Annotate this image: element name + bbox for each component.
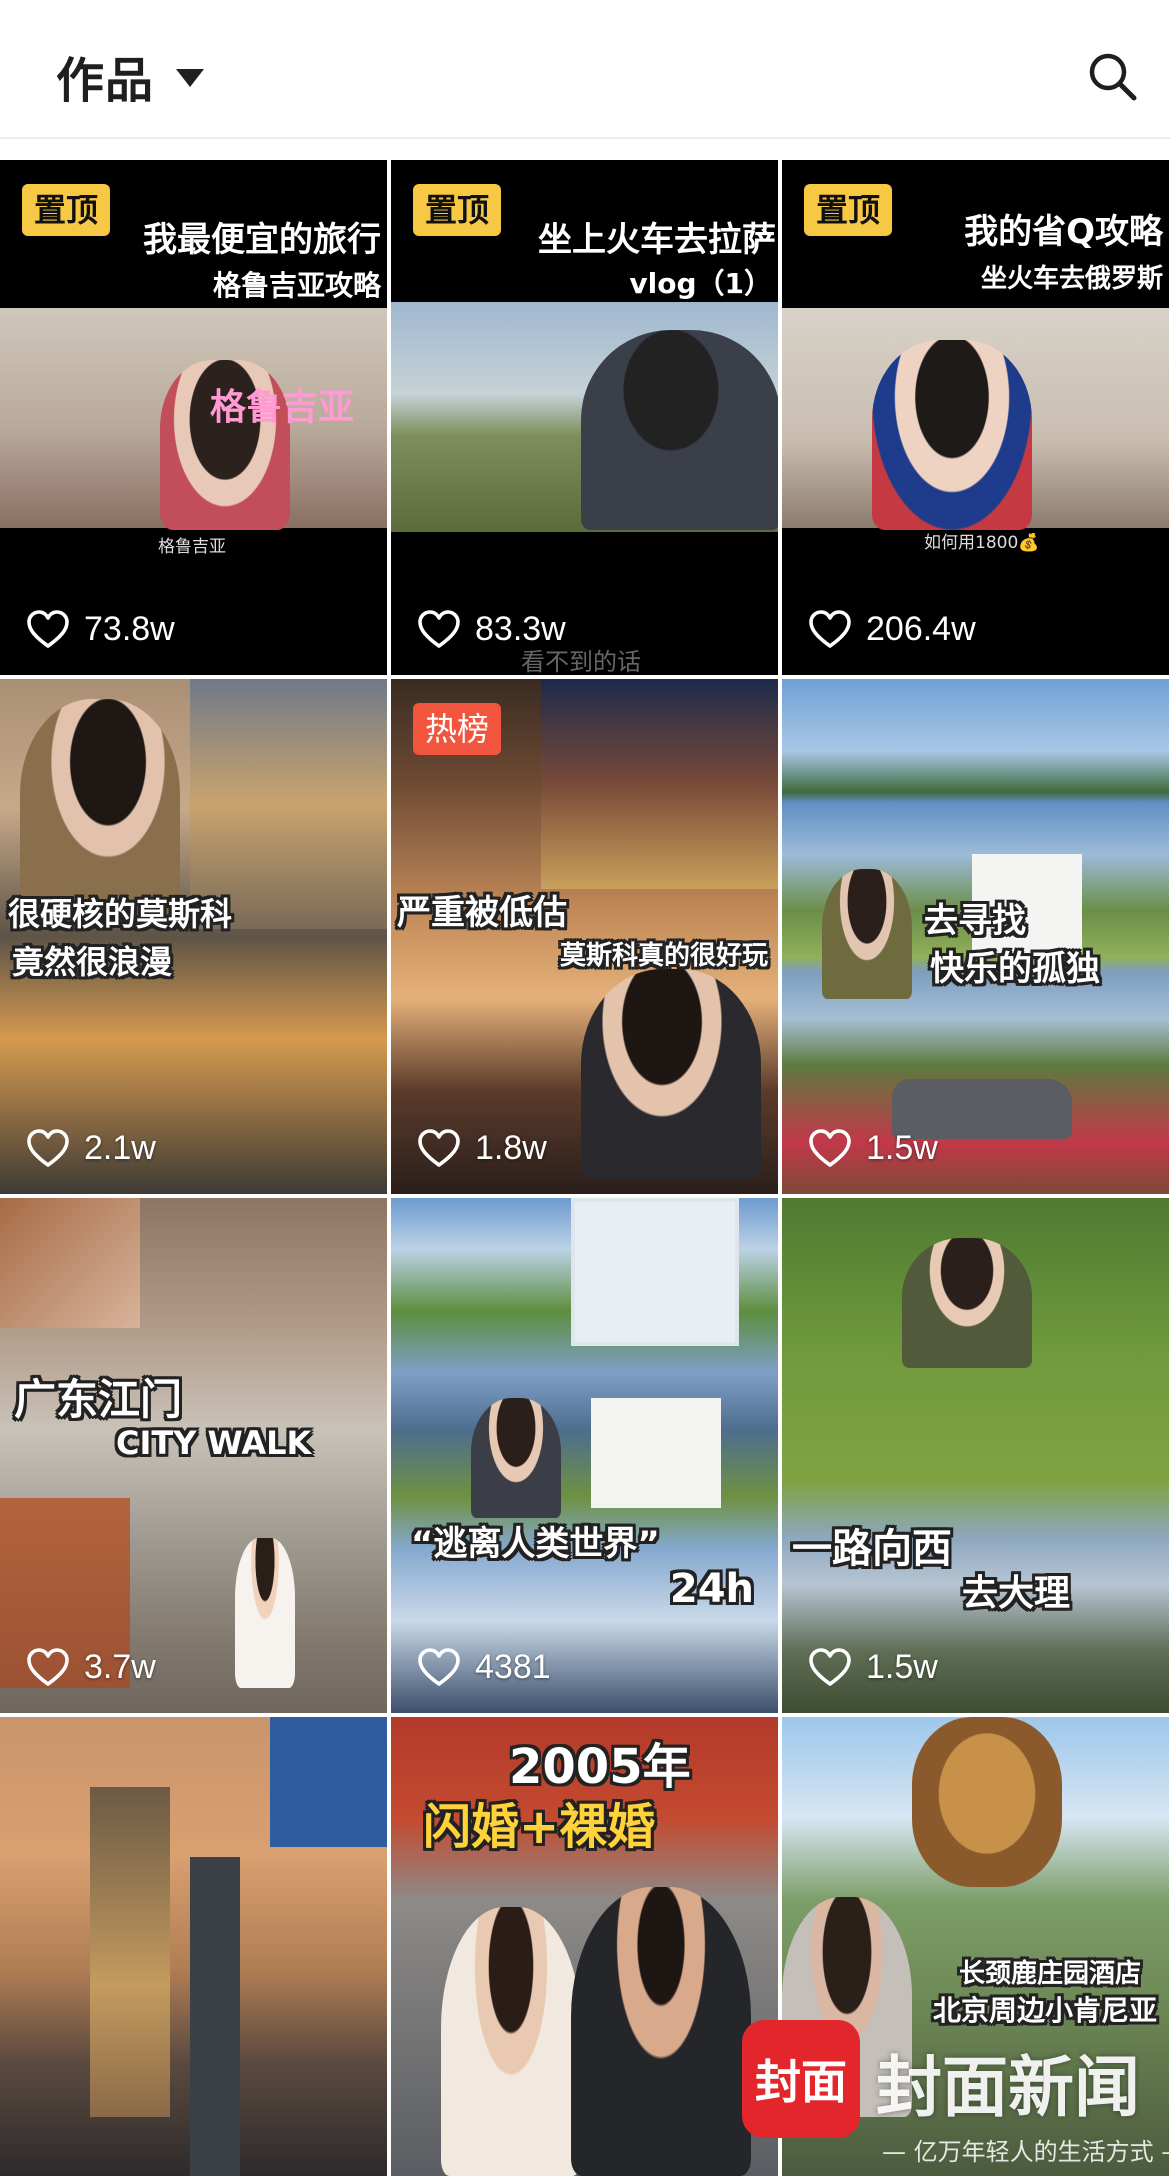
video-grid: 格鲁吉亚 格鲁吉亚 置顶 我最便宜的旅行 格鲁吉亚攻略 73.8w 置顶 坐上火… xyxy=(0,160,1170,2176)
video-caption-line: 长颈鹿庄园酒店 xyxy=(958,1959,1141,1989)
video-tile[interactable]: 2005年 闪婚+裸婚 xyxy=(391,1717,778,2176)
video-caption-line: 一路向西 xyxy=(792,1526,952,1572)
like-count-text: 1.5w xyxy=(866,1128,938,1167)
heart-icon xyxy=(27,1129,69,1167)
works-title: 作品 xyxy=(56,53,155,109)
like-count-text: 83.3w xyxy=(475,609,566,648)
video-overlay-text: 格鲁吉亚 xyxy=(210,387,355,428)
video-subtitle: 如何用1800💰 xyxy=(924,533,1040,553)
heart-icon xyxy=(27,1648,69,1686)
video-caption-line: 坐火车去俄罗斯 xyxy=(980,264,1163,294)
video-caption-line: 严重被低估 xyxy=(397,893,567,933)
like-count-text: 1.8w xyxy=(475,1128,547,1167)
video-caption-line: 我最便宜的旅行 xyxy=(143,220,381,260)
video-tile[interactable]: 热榜 严重被低估 莫斯科真的很好玩 1.8w xyxy=(391,679,778,1194)
works-filter-dropdown[interactable]: 作品 xyxy=(56,44,205,109)
like-count-text: 73.8w xyxy=(84,609,175,648)
watermark-name: 封面新闻 xyxy=(876,2049,1140,2126)
like-count-text: 1.5w xyxy=(866,1647,938,1686)
video-caption-line: 闪婚+裸婚 xyxy=(423,1799,656,1855)
video-caption-line: 我的省Q攻略 xyxy=(964,212,1163,252)
video-subtitle: 格鲁吉亚 xyxy=(158,537,226,557)
heart-icon xyxy=(809,1648,851,1686)
like-count: 1.5w xyxy=(808,1128,938,1168)
heart-icon xyxy=(418,1648,460,1686)
video-caption-line: 格鲁吉亚攻略 xyxy=(212,269,381,302)
video-tile[interactable]: 格鲁吉亚 格鲁吉亚 置顶 我最便宜的旅行 格鲁吉亚攻略 73.8w xyxy=(0,160,387,675)
video-caption-line: vlog（1） xyxy=(629,267,772,300)
video-tile[interactable]: 很硬核的莫斯科 竟然很浪漫 2.1w xyxy=(0,679,387,1194)
video-caption-line: 竟然很浪漫 xyxy=(12,943,173,981)
video-tile[interactable] xyxy=(0,1717,387,2176)
like-count-text: 206.4w xyxy=(866,609,976,648)
video-tile[interactable]: 如何用1800💰 置顶 我的省Q攻略 坐火车去俄罗斯 206.4w xyxy=(782,160,1169,675)
heart-icon xyxy=(418,1129,460,1167)
fengmian-logo: 封面 xyxy=(742,2020,860,2138)
pinned-badge: 置顶 xyxy=(804,184,893,236)
like-count-text: 3.7w xyxy=(84,1647,156,1686)
like-count: 2.1w xyxy=(26,1128,156,1168)
video-caption-line: 莫斯科真的很好玩 xyxy=(559,941,768,971)
heart-icon xyxy=(27,610,69,648)
video-tile[interactable]: 去寻找 快乐的孤独 1.5w xyxy=(782,679,1169,1194)
like-count: 73.8w xyxy=(26,609,175,649)
heart-icon xyxy=(809,1129,851,1167)
triangle-down-icon xyxy=(176,69,205,87)
video-tile[interactable]: 广东江门 CITY WALK 3.7w xyxy=(0,1198,387,1713)
like-count: 1.5w xyxy=(808,1647,938,1687)
trending-badge: 热榜 xyxy=(413,703,502,755)
heart-icon xyxy=(809,610,851,648)
video-caption-line: 坐上火车去拉萨 xyxy=(538,220,776,260)
like-count-text: 2.1w xyxy=(84,1128,156,1167)
video-tile[interactable]: 置顶 坐上火车去拉萨 vlog（1） 看不到的话 83.3w xyxy=(391,160,778,675)
works-page: 作品 格鲁吉亚 格鲁吉亚 置顶 我最便宜的旅行 格鲁吉亚攻略 73.8w 置顶 … xyxy=(0,0,1170,2176)
video-caption-line: 广东江门 xyxy=(14,1375,183,1424)
watermark-slogan: — 亿万年轻人的生活方式 — xyxy=(882,2138,1170,2166)
like-count: 4381 xyxy=(417,1647,551,1687)
like-count-text: 4381 xyxy=(475,1647,551,1686)
search-icon[interactable] xyxy=(1084,48,1140,104)
video-tile[interactable]: 一路向西 去大理 1.5w xyxy=(782,1198,1169,1713)
fengmian-watermark: 封面 封面新闻 — 亿万年轻人的生活方式 — xyxy=(742,2020,1170,2170)
video-caption-line: 很硬核的莫斯科 xyxy=(8,895,233,933)
video-caption-line: 24h xyxy=(669,1566,754,1612)
like-count: 83.3w xyxy=(417,609,566,649)
top-bar: 作品 xyxy=(0,0,1170,139)
pinned-badge: 置顶 xyxy=(22,184,111,236)
video-tile[interactable]: “逃离人类世界” 24h 4381 xyxy=(391,1198,778,1713)
like-count: 1.8w xyxy=(417,1128,547,1168)
video-caption-line: CITY WALK xyxy=(116,1424,312,1462)
heart-icon xyxy=(418,610,460,648)
like-count: 206.4w xyxy=(808,609,976,649)
video-caption-line: 去寻找 xyxy=(924,901,1026,941)
video-caption-line: 去大理 xyxy=(962,1573,1071,1614)
like-count: 3.7w xyxy=(26,1647,156,1687)
video-caption-line: 快乐的孤独 xyxy=(930,949,1100,989)
pinned-badge: 置顶 xyxy=(413,184,502,236)
video-caption-line: “逃离人类世界” xyxy=(411,1524,660,1564)
